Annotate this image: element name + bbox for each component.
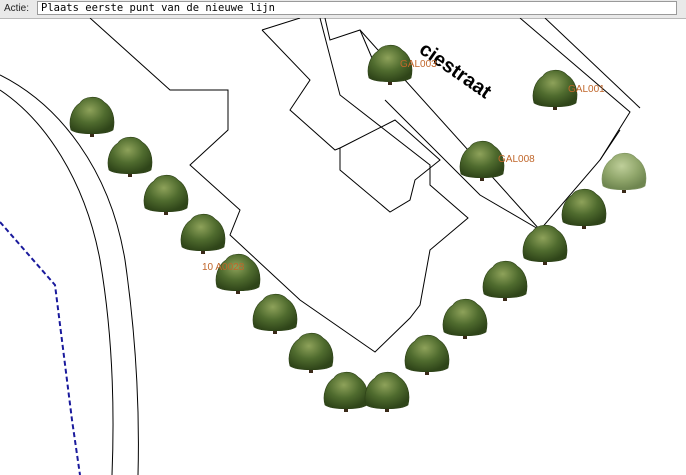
tree-symbol-icon <box>107 136 153 177</box>
object-label-gal001: GAL001 <box>568 84 605 95</box>
tree-symbol-icon <box>601 152 647 193</box>
tree-row <box>69 44 647 412</box>
object-label-gal003: GAL003 <box>400 59 437 70</box>
tree-symbol-icon <box>215 253 261 294</box>
tree-symbol-icon <box>522 224 568 265</box>
tree-symbol-icon <box>364 371 410 412</box>
tree-symbol-icon <box>69 96 115 137</box>
tree-symbol-icon <box>143 174 189 215</box>
parcel-boundary <box>0 221 81 475</box>
tree-symbol-icon <box>561 188 607 229</box>
object-label-a0028: 10 A0028 <box>202 262 245 273</box>
tree-symbol-icon <box>442 298 488 339</box>
tree-symbol-icon <box>180 213 226 254</box>
tree-symbol-icon <box>323 371 369 412</box>
tree-symbol-icon <box>252 293 298 334</box>
tree-symbol-icon <box>288 332 334 373</box>
action-bar: Actie: Plaats eerste punt van de nieuwe … <box>0 0 686 19</box>
road-lines <box>0 74 139 475</box>
object-label-gal008: GAL008 <box>498 154 535 165</box>
street-name-label: ciestraat <box>415 38 495 103</box>
action-command-field[interactable]: Plaats eerste punt van de nieuwe lijn <box>37 1 677 15</box>
action-label: Actie: <box>4 3 30 14</box>
map-canvas[interactable]: ciestraat GAL003 GAL001 GAL008 10 A0028 <box>0 18 686 475</box>
tree-symbol-icon <box>482 260 528 301</box>
tree-symbol-icon <box>404 334 450 375</box>
